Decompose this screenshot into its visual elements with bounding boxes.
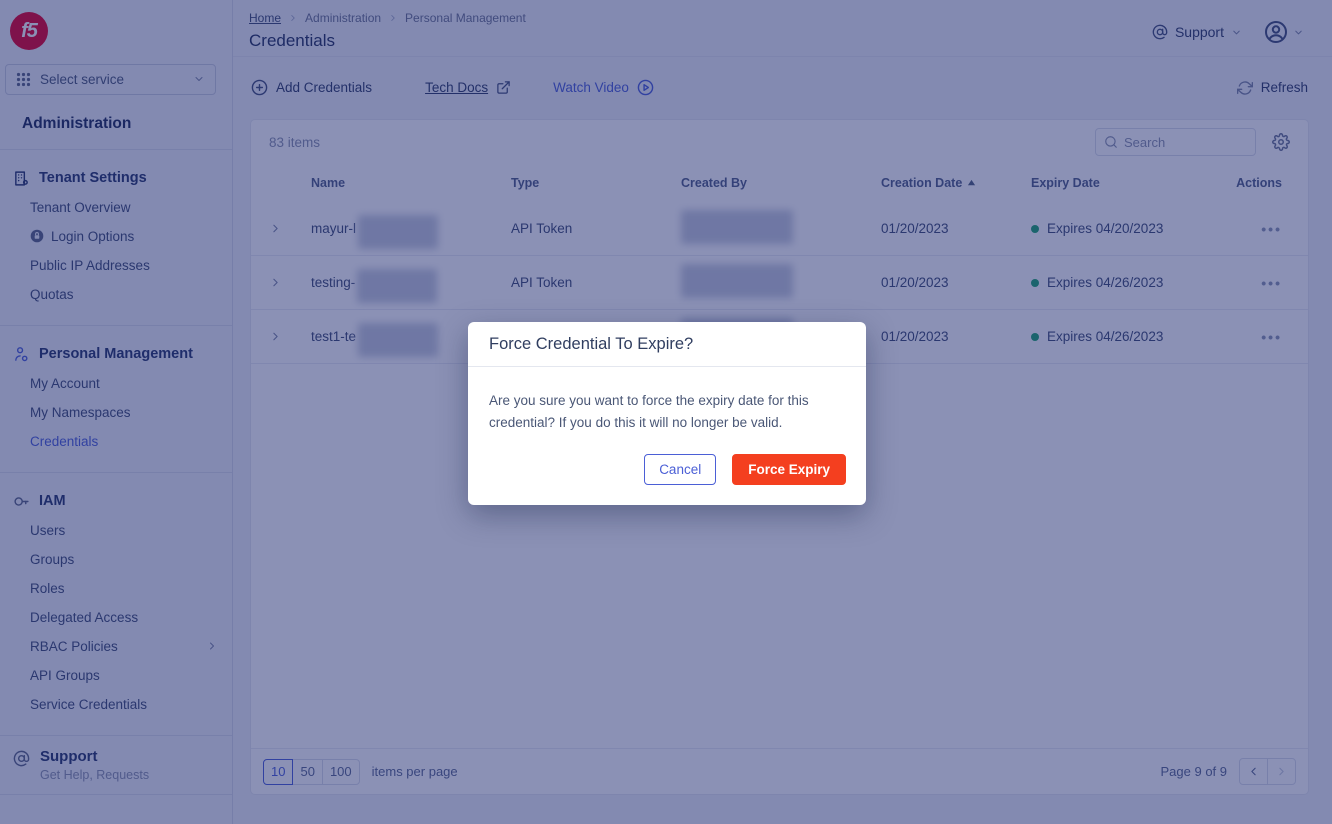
force-expiry-modal: Force Credential To Expire? Are you sure… xyxy=(468,322,866,505)
cancel-button[interactable]: Cancel xyxy=(644,454,716,485)
force-expiry-button[interactable]: Force Expiry xyxy=(732,454,846,485)
modal-body-text: Are you sure you want to force the expir… xyxy=(468,367,866,433)
modal-title: Force Credential To Expire? xyxy=(468,322,866,367)
modal-actions: Cancel Force Expiry xyxy=(468,433,866,505)
